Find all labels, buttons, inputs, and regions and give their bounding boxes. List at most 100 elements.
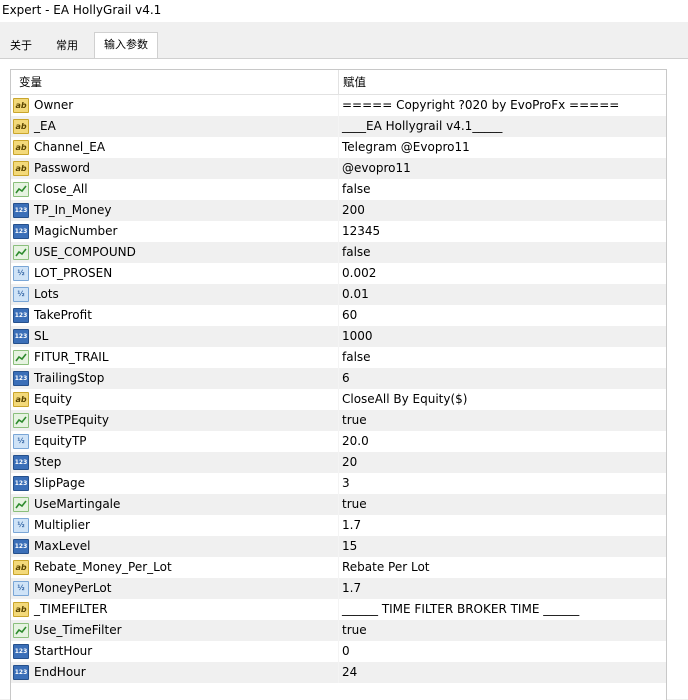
table-row[interactable]: 123 Step 20 — [11, 452, 666, 473]
variable-name: MaxLevel — [34, 539, 91, 553]
variable-value[interactable]: 20.0 — [342, 431, 662, 452]
tab-about[interactable]: 关于 — [0, 34, 42, 58]
cell-divider — [338, 620, 339, 641]
cell-divider — [338, 158, 339, 179]
table-row[interactable]: FITUR_TRAIL false — [11, 347, 666, 368]
tab-inputs[interactable]: 输入参数 — [94, 32, 158, 59]
variable-value[interactable]: 1000 — [342, 326, 662, 347]
variable-name: SlipPage — [34, 476, 85, 490]
table-row[interactable]: 123 SL 1000 — [11, 326, 666, 347]
variable-value[interactable]: 3 — [342, 473, 662, 494]
cell-divider — [338, 95, 339, 116]
bool-type-icon — [13, 245, 29, 260]
variable-value[interactable]: @evopro11 — [342, 158, 662, 179]
variable-name: Multiplier — [34, 518, 90, 532]
cell-divider — [338, 326, 339, 347]
cell-divider — [338, 452, 339, 473]
variable-value[interactable]: false — [342, 242, 662, 263]
table-row[interactable]: UseMartingale true — [11, 494, 666, 515]
cell-divider — [338, 557, 339, 578]
window-title: Expert - EA HollyGrail v4.1 — [0, 0, 688, 22]
cell-divider — [338, 641, 339, 662]
variable-value[interactable]: Rebate Per Lot — [342, 557, 662, 578]
variable-value[interactable]: Telegram @Evopro11 — [342, 137, 662, 158]
variable-value[interactable]: false — [342, 347, 662, 368]
table-row[interactable]: ½ MoneyPerLot 1.7 — [11, 578, 666, 599]
table-row[interactable]: UseTPEquity true — [11, 410, 666, 431]
table-body: ab Owner ===== Copyright ?020 by EvoProFx … — [11, 95, 666, 683]
variable-value[interactable]: 20 — [342, 452, 662, 473]
table-row[interactable]: ab _EA ____EA Hollygrail v4.1_____ — [11, 116, 666, 137]
table-row[interactable]: ½ EquityTP 20.0 — [11, 431, 666, 452]
tab-common[interactable]: 常用 — [44, 34, 90, 58]
table-row[interactable]: USE_COMPOUND false — [11, 242, 666, 263]
table-row[interactable]: ab Equity CloseAll By Equity($) — [11, 389, 666, 410]
string-type-icon: ab — [13, 119, 29, 134]
table-row[interactable]: 123 TrailingStop 6 — [11, 368, 666, 389]
variable-value[interactable]: 0.01 — [342, 284, 662, 305]
variable-value[interactable]: 6 — [342, 368, 662, 389]
column-header-variable[interactable]: 变量 — [19, 74, 42, 90]
variable-value[interactable]: 0.002 — [342, 263, 662, 284]
variable-value[interactable]: 0 — [342, 641, 662, 662]
int-type-icon: 123 — [13, 455, 29, 470]
table-row[interactable]: 123 MaxLevel 15 — [11, 536, 666, 557]
variable-value[interactable]: 15 — [342, 536, 662, 557]
table-row[interactable]: Close_All false — [11, 179, 666, 200]
table-row[interactable]: 123 MagicNumber 12345 — [11, 221, 666, 242]
double-type-icon: ½ — [13, 287, 29, 302]
column-divider[interactable] — [338, 70, 339, 94]
table-row[interactable]: ½ Multiplier 1.7 — [11, 515, 666, 536]
string-type-icon: ab — [13, 602, 29, 617]
int-type-icon: 123 — [13, 476, 29, 491]
variable-value[interactable]: ____EA Hollygrail v4.1_____ — [342, 116, 662, 137]
table-row[interactable]: Use_TimeFilter true — [11, 620, 666, 641]
table-row[interactable]: ab Owner ===== Copyright ?020 by EvoProFx … — [11, 95, 666, 116]
variable-value[interactable]: 1.7 — [342, 578, 662, 599]
cell-divider — [338, 410, 339, 431]
cell-divider — [338, 221, 339, 242]
variable-value[interactable]: true — [342, 620, 662, 641]
cell-divider — [338, 263, 339, 284]
table-row[interactable]: ½ LOT_PROSEN 0.002 — [11, 263, 666, 284]
table-row[interactable]: 123 SlipPage 3 — [11, 473, 666, 494]
column-header-value[interactable]: 赋值 — [343, 74, 366, 90]
variable-value[interactable]: ______ TIME FILTER BROKER TIME ______ — [342, 599, 662, 620]
table-row[interactable]: ab Rebate_Money_Per_Lot Rebate Per Lot — [11, 557, 666, 578]
variable-name: MagicNumber — [34, 224, 118, 238]
variable-value[interactable]: true — [342, 410, 662, 431]
string-type-icon: ab — [13, 140, 29, 155]
table-row[interactable]: ab _TIMEFILTER ______ TIME FILTER BROKER T… — [11, 599, 666, 620]
table-row[interactable]: ½ Lots 0.01 — [11, 284, 666, 305]
table-row[interactable]: ab Channel_EA Telegram @Evopro11 — [11, 137, 666, 158]
int-type-icon: 123 — [13, 308, 29, 323]
table-row[interactable]: ab Password @evopro11 — [11, 158, 666, 179]
variable-name: Use_TimeFilter — [34, 623, 122, 637]
cell-divider — [338, 116, 339, 137]
variable-value[interactable]: 12345 — [342, 221, 662, 242]
variable-value[interactable]: ===== Copyright ?020 by EvoProFx ===== — [342, 95, 662, 116]
variable-value[interactable]: CloseAll By Equity($) — [342, 389, 662, 410]
table-row[interactable]: 123 TP_In_Money 200 — [11, 200, 666, 221]
variable-value[interactable]: false — [342, 179, 662, 200]
variable-value[interactable]: 1.7 — [342, 515, 662, 536]
table-row[interactable]: 123 TakeProfit 60 — [11, 305, 666, 326]
table-row[interactable]: 123 StartHour 0 — [11, 641, 666, 662]
variable-name: MoneyPerLot — [34, 581, 112, 595]
cell-divider — [338, 137, 339, 158]
variable-value[interactable]: 200 — [342, 200, 662, 221]
cell-divider — [338, 389, 339, 410]
cell-divider — [338, 347, 339, 368]
cell-divider — [338, 662, 339, 683]
string-type-icon: ab — [13, 161, 29, 176]
variable-value[interactable]: 24 — [342, 662, 662, 683]
cell-divider — [338, 599, 339, 620]
variable-value[interactable]: true — [342, 494, 662, 515]
variable-value[interactable]: 60 — [342, 305, 662, 326]
table-row[interactable]: 123 EndHour 24 — [11, 662, 666, 683]
bool-type-icon — [13, 413, 29, 428]
variable-name: FITUR_TRAIL — [34, 350, 109, 364]
inputs-panel: 变量 赋值 ab Owner ===== Copyright ?020 by Evo… — [0, 58, 688, 700]
bool-type-icon — [13, 182, 29, 197]
parameters-table: 变量 赋值 ab Owner ===== Copyright ?020 by Evo… — [10, 69, 667, 700]
